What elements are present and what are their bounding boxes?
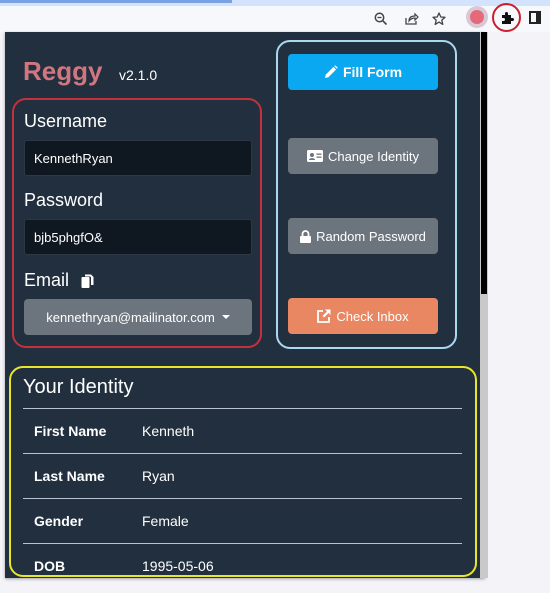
row-value: Kenneth	[142, 423, 195, 439]
external-link-icon	[317, 309, 331, 323]
row-value: 1995-05-06	[142, 558, 214, 574]
identity-title: Your Identity	[23, 376, 134, 398]
active-tab-indicator	[0, 0, 232, 3]
caret-down-icon	[221, 315, 230, 319]
row-value: Ryan	[142, 468, 175, 484]
popup-scrollbar[interactable]	[480, 32, 488, 578]
credentials-panel: Username Password Email kennethryan@mail…	[12, 98, 262, 348]
share-icon[interactable]	[400, 9, 422, 29]
check-inbox-label: Check Inbox	[336, 308, 409, 324]
extension-avatar-icon[interactable]	[466, 6, 488, 28]
bookmark-star-icon[interactable]	[428, 9, 450, 29]
lock-icon	[300, 229, 312, 243]
username-label: Username	[24, 111, 108, 131]
app-title: Reggy	[23, 56, 103, 86]
copy-icon[interactable]	[81, 274, 95, 288]
username-input[interactable]	[24, 140, 252, 176]
identity-panel: Your Identity First Name Kenneth Last Na…	[9, 366, 477, 577]
random-password-button[interactable]: Random Password	[288, 218, 438, 254]
change-identity-button[interactable]: Change Identity	[288, 138, 438, 174]
password-label: Password	[24, 190, 104, 210]
check-inbox-button[interactable]: Check Inbox	[288, 298, 438, 334]
row-label: Gender	[34, 513, 84, 529]
table-row: Last Name Ryan	[23, 453, 462, 498]
change-identity-label: Change Identity	[327, 148, 420, 164]
side-panel-icon[interactable]	[529, 11, 541, 24]
random-password-label: Random Password	[316, 228, 426, 244]
email-value: kennethryan@mailinator.com	[46, 309, 215, 325]
row-value: Female	[142, 513, 189, 529]
id-card-icon	[306, 150, 323, 162]
fill-form-button[interactable]: Fill Form	[288, 54, 438, 90]
extensions-puzzle-icon[interactable]	[492, 3, 521, 32]
reggy-popup: Reggy v2.1.0 Username Password Email ken…	[5, 32, 485, 578]
fill-form-label: Fill Form	[342, 64, 403, 80]
actions-panel: Fill Form Change Identity Random Passwor…	[276, 40, 457, 349]
password-input[interactable]	[24, 219, 252, 255]
table-row: Gender Female	[23, 498, 462, 543]
row-label: Last Name	[34, 468, 105, 484]
table-row: First Name Kenneth	[23, 408, 462, 453]
identity-table: First Name Kenneth Last Name Ryan Gender…	[23, 408, 462, 578]
email-dropdown[interactable]: kennethryan@mailinator.com	[24, 299, 252, 335]
app-version: v2.1.0	[119, 67, 158, 83]
row-label: First Name	[34, 423, 107, 439]
scrollbar-thumb[interactable]	[481, 32, 487, 294]
zoom-out-icon[interactable]	[370, 9, 392, 29]
table-row: DOB 1995-05-06	[23, 543, 462, 578]
row-label: DOB	[34, 558, 66, 574]
browser-toolbar	[0, 3, 550, 32]
pencil-icon	[324, 65, 338, 78]
email-label: Email	[24, 270, 70, 290]
